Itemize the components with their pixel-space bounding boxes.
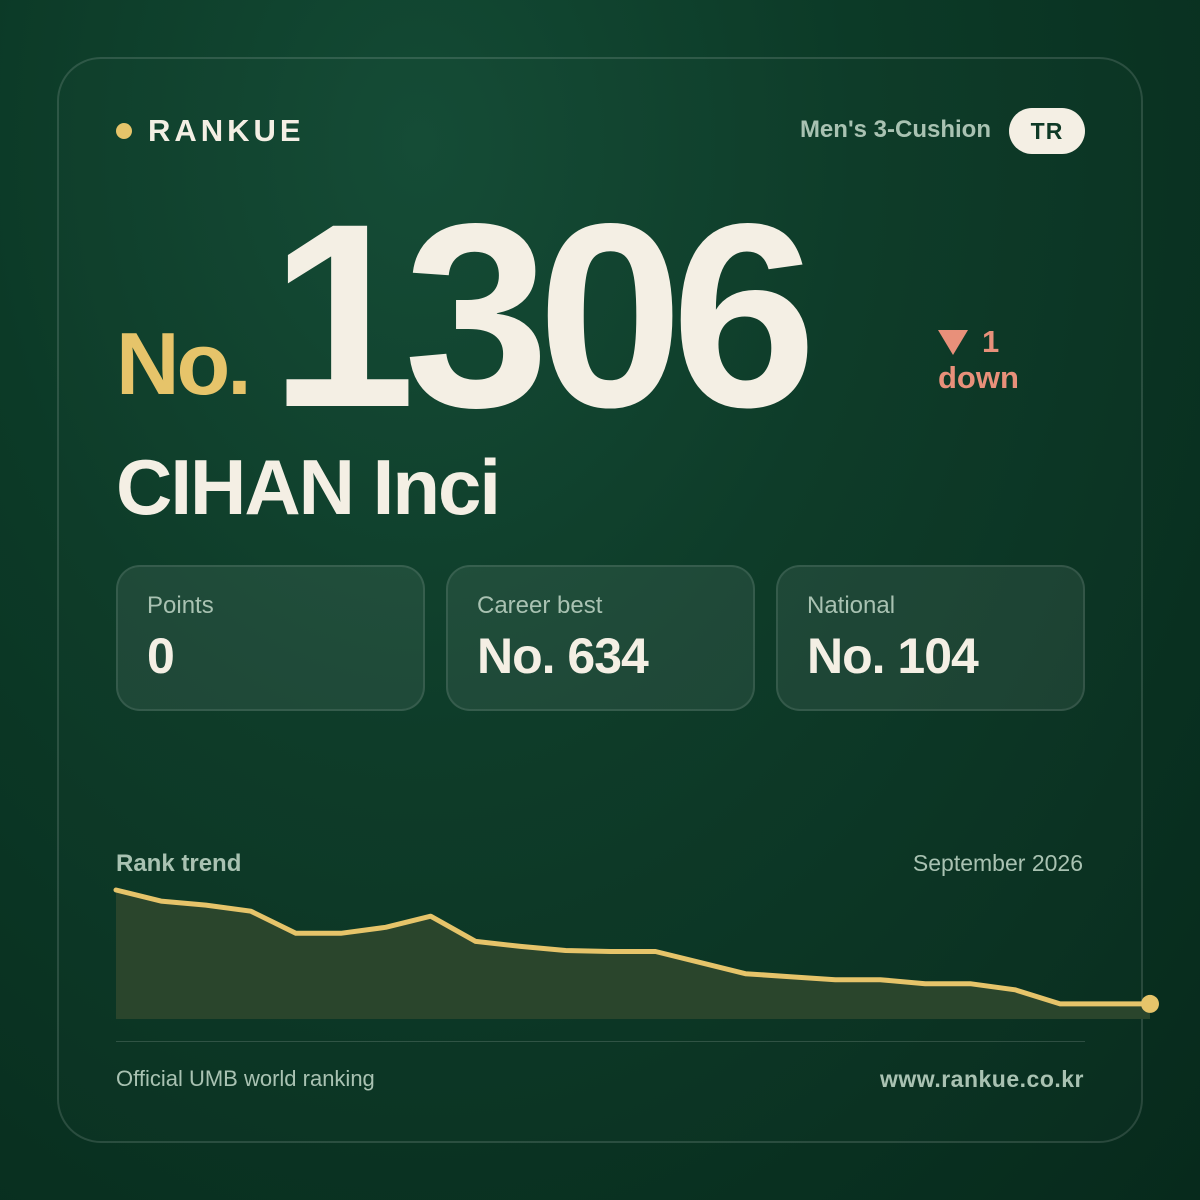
footer-source: Official UMB world ranking [116,1066,375,1091]
trend-area-fill [116,890,1150,1019]
trend-endpoint [1141,994,1159,1013]
footer-url[interactable]: www.rankue.co.kr [880,1066,1084,1093]
footer-divider [116,1041,1085,1042]
rank-trend-chart [113,887,1159,1019]
